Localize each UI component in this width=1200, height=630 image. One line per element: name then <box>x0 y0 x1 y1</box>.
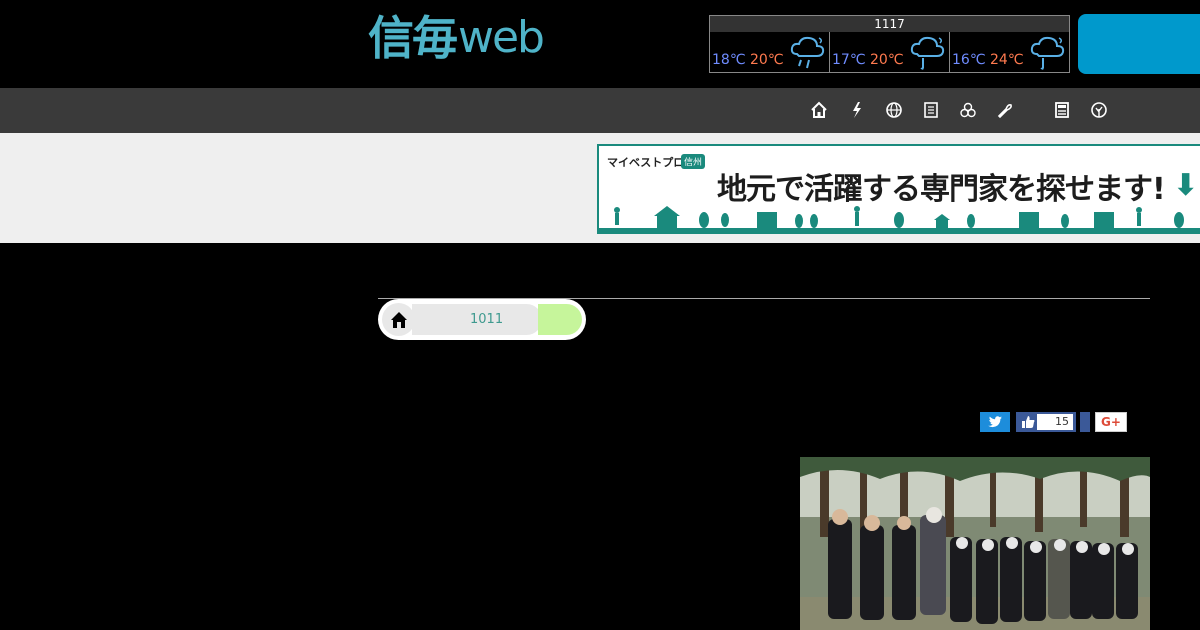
like-count: 15 <box>1037 414 1073 430</box>
weather-low-temp: 17℃ <box>832 52 866 68</box>
weather-date: 1117 <box>710 16 1069 32</box>
facebook-share-button[interactable] <box>1080 412 1090 432</box>
ad-brand: マイベストプロ <box>607 156 685 169</box>
rain-cloud-icon <box>790 36 825 69</box>
header-action-button[interactable] <box>1078 14 1200 74</box>
town-scene-illustration <box>599 206 1200 232</box>
logo-kanji: 信毎 <box>368 11 458 65</box>
twitter-share-button[interactable] <box>980 412 1010 432</box>
tree-icon[interactable] <box>1089 100 1109 120</box>
weather-high-temp: 20℃ <box>750 52 784 68</box>
article-photo[interactable] <box>800 457 1150 630</box>
world-icon[interactable] <box>884 100 904 120</box>
sports-icon[interactable] <box>847 100 867 120</box>
weather-day: 16℃ 24℃ <box>950 32 1069 73</box>
breadcrumb: 1011 <box>378 299 586 340</box>
breadcrumb-number[interactable]: 1011 <box>470 312 503 327</box>
banner-ad[interactable]: マイベストプロ 信州 地元で活躍する専門家を探せます! ⬇ <box>597 144 1200 234</box>
google-plus-button[interactable]: G+ <box>1095 412 1127 432</box>
site-header: 信毎 web 1117 18℃ 20℃ 17℃ 20℃ 16℃ 24℃ <box>0 0 1200 88</box>
weather-low-temp: 16℃ <box>952 52 986 68</box>
breadcrumb-home[interactable] <box>382 303 415 336</box>
home-icon <box>390 311 407 328</box>
twitter-icon <box>988 416 1002 428</box>
arrow-down-icon: ⬇ <box>1173 168 1199 203</box>
facebook-like-button[interactable]: 15 <box>1016 412 1076 432</box>
news-icon[interactable] <box>921 100 941 120</box>
community-icon[interactable] <box>958 100 978 120</box>
food-icon[interactable] <box>995 100 1015 120</box>
thumbs-up-icon <box>1022 416 1035 428</box>
site-logo[interactable]: 信毎 web <box>368 11 545 65</box>
bowing-ceremony-photo <box>800 457 1150 630</box>
weather-high-temp: 24℃ <box>990 52 1024 68</box>
main-nav <box>0 88 1200 133</box>
logo-web: web <box>458 12 545 63</box>
weather-high-temp: 20℃ <box>870 52 904 68</box>
weather-day: 17℃ 20℃ <box>830 32 950 73</box>
weather-widget[interactable]: 1117 18℃ 20℃ 17℃ 20℃ 16℃ 24℃ <box>709 15 1070 73</box>
home-icon[interactable] <box>809 100 829 120</box>
breadcrumb-end[interactable] <box>538 304 582 335</box>
weather-low-temp: 18℃ <box>712 52 746 68</box>
rain-cloud-icon <box>1030 36 1065 70</box>
rain-cloud-icon <box>910 36 945 70</box>
ad-tag: 信州 <box>681 154 706 169</box>
weather-day: 18℃ 20℃ <box>710 32 830 73</box>
paper-icon[interactable] <box>1052 100 1072 120</box>
